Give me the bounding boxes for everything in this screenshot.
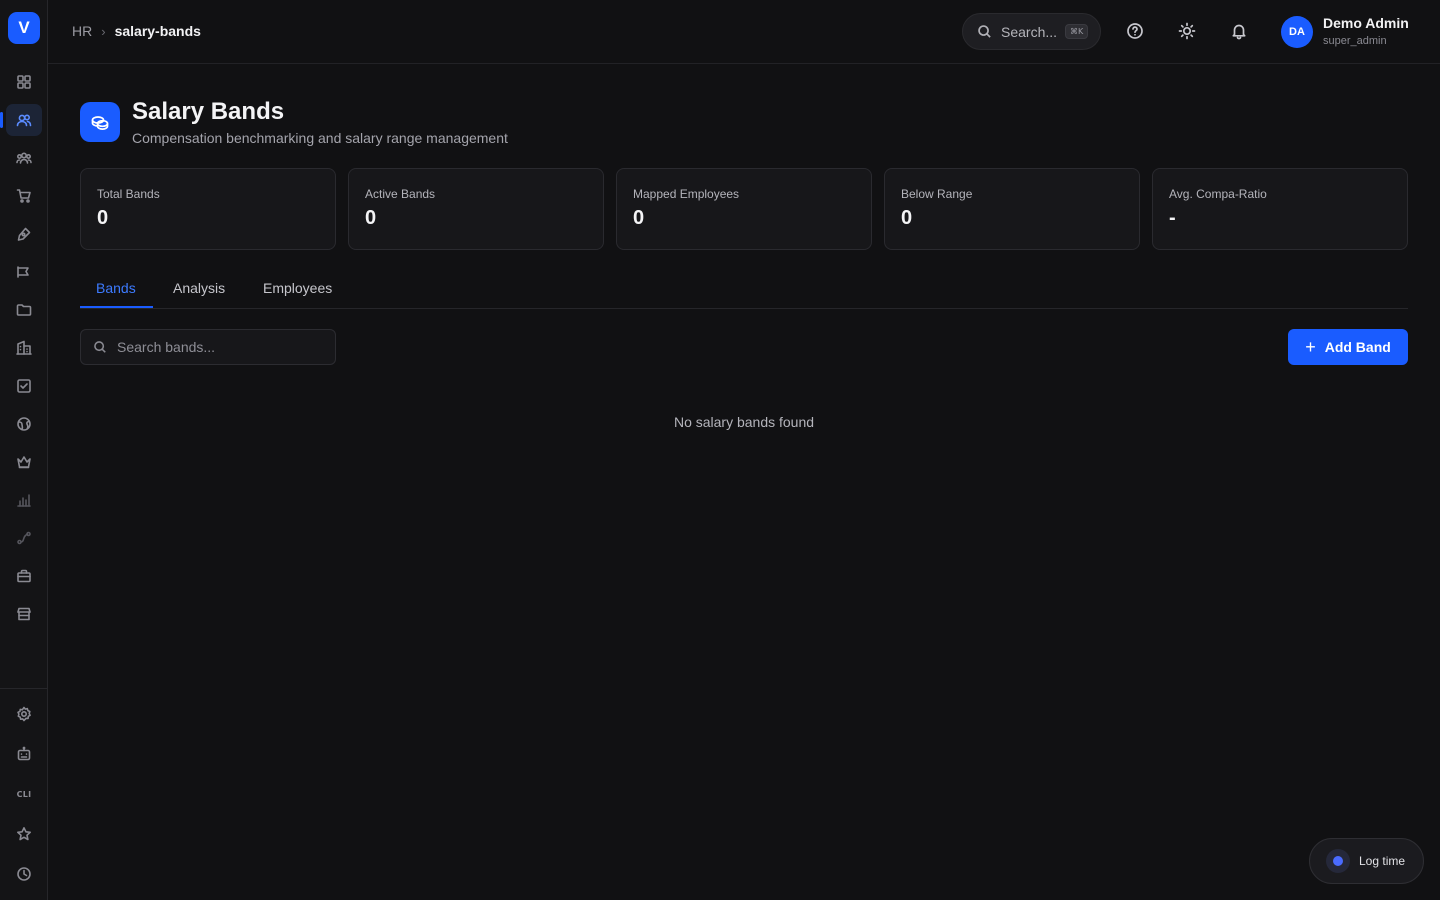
app-logo[interactable]: V <box>8 12 40 44</box>
route-icon[interactable] <box>6 522 42 554</box>
band-search-input[interactable] <box>117 339 317 355</box>
tab-bar: Bands Analysis Employees <box>80 270 1408 309</box>
megaphone-icon[interactable] <box>6 256 42 288</box>
log-time-button[interactable]: Log time <box>1309 838 1424 884</box>
sidebar-divider <box>0 688 47 689</box>
stat-label: Active Bands <box>365 187 436 201</box>
robot-icon[interactable] <box>6 738 42 770</box>
breadcrumb-current: salary-bands <box>114 23 201 39</box>
sidebar: V CLI <box>0 0 48 900</box>
coins-icon <box>80 102 120 142</box>
chevron-right-icon: › <box>101 23 106 39</box>
stat-card-total-bands: Total Bands 0 <box>80 168 336 250</box>
page-subtitle: Compensation benchmarking and salary ran… <box>132 130 508 146</box>
users-icon[interactable] <box>0 104 42 136</box>
theme-toggle-icon[interactable] <box>1178 22 1196 40</box>
building-icon[interactable] <box>6 332 42 364</box>
globe-icon[interactable] <box>6 408 42 440</box>
stat-value: 0 <box>633 207 645 229</box>
settings-icon[interactable] <box>6 698 42 730</box>
stat-value: 0 <box>901 207 913 229</box>
help-icon[interactable] <box>1126 22 1144 40</box>
pen-tool-icon[interactable] <box>6 218 42 250</box>
stat-card-mapped-employees: Mapped Employees 0 <box>616 168 872 250</box>
stat-card-active-bands: Active Bands 0 <box>348 168 604 250</box>
tab-employees[interactable]: Employees <box>263 280 332 296</box>
cli-label: CLI <box>16 789 32 799</box>
folder-icon[interactable] <box>6 294 42 326</box>
stat-value: - <box>1169 207 1176 229</box>
stat-card-below-range: Below Range 0 <box>884 168 1140 250</box>
page-title: Salary Bands <box>132 98 285 125</box>
band-search[interactable] <box>80 329 336 365</box>
tab-analysis[interactable]: Analysis <box>173 280 225 296</box>
breadcrumb-parent[interactable]: HR <box>72 23 92 39</box>
search-icon <box>978 25 991 38</box>
active-tab-indicator <box>80 306 153 308</box>
search-icon <box>94 341 106 353</box>
stat-label: Below Range <box>901 187 973 201</box>
tab-bands[interactable]: Bands <box>96 280 136 296</box>
star-icon[interactable] <box>6 818 42 850</box>
stat-label: Avg. Compa-Ratio <box>1169 187 1267 201</box>
user-name[interactable]: Demo Admin <box>1323 15 1409 31</box>
topbar: HR › salary-bands Search... ⌘K DA Demo A… <box>48 0 1440 64</box>
stat-value: 0 <box>365 207 377 229</box>
timer-icon <box>1326 849 1350 873</box>
cart-icon[interactable] <box>6 180 42 212</box>
user-role: super_admin <box>1323 35 1387 47</box>
briefcase-icon[interactable] <box>6 560 42 592</box>
search-shortcut: ⌘K <box>1065 24 1089 39</box>
checkbox-icon[interactable] <box>6 370 42 402</box>
cli-icon[interactable]: CLI <box>6 778 42 810</box>
log-time-label: Log time <box>1359 854 1406 868</box>
dashboard-icon[interactable] <box>6 66 42 98</box>
avatar[interactable]: DA <box>1281 16 1313 48</box>
store-icon[interactable] <box>6 598 42 630</box>
empty-state-message: No salary bands found <box>673 414 815 430</box>
global-search-label: Search... <box>1001 23 1058 40</box>
clock-icon[interactable] <box>6 858 42 890</box>
stat-card-avg-compa-ratio: Avg. Compa-Ratio - <box>1152 168 1408 250</box>
stat-label: Total Bands <box>97 187 160 201</box>
add-band-button[interactable]: + Add Band <box>1288 329 1408 365</box>
bell-icon[interactable] <box>1230 22 1248 40</box>
team-icon[interactable] <box>6 142 42 174</box>
crown-icon[interactable] <box>6 446 42 478</box>
plus-icon: + <box>1305 337 1316 357</box>
breadcrumb: HR › salary-bands <box>72 23 201 39</box>
add-band-label: Add Band <box>1324 339 1391 355</box>
bar-chart-icon[interactable] <box>6 484 42 516</box>
global-search[interactable]: Search... ⌘K <box>962 13 1101 50</box>
stat-value: 0 <box>97 207 109 229</box>
stat-label: Mapped Employees <box>633 187 740 201</box>
